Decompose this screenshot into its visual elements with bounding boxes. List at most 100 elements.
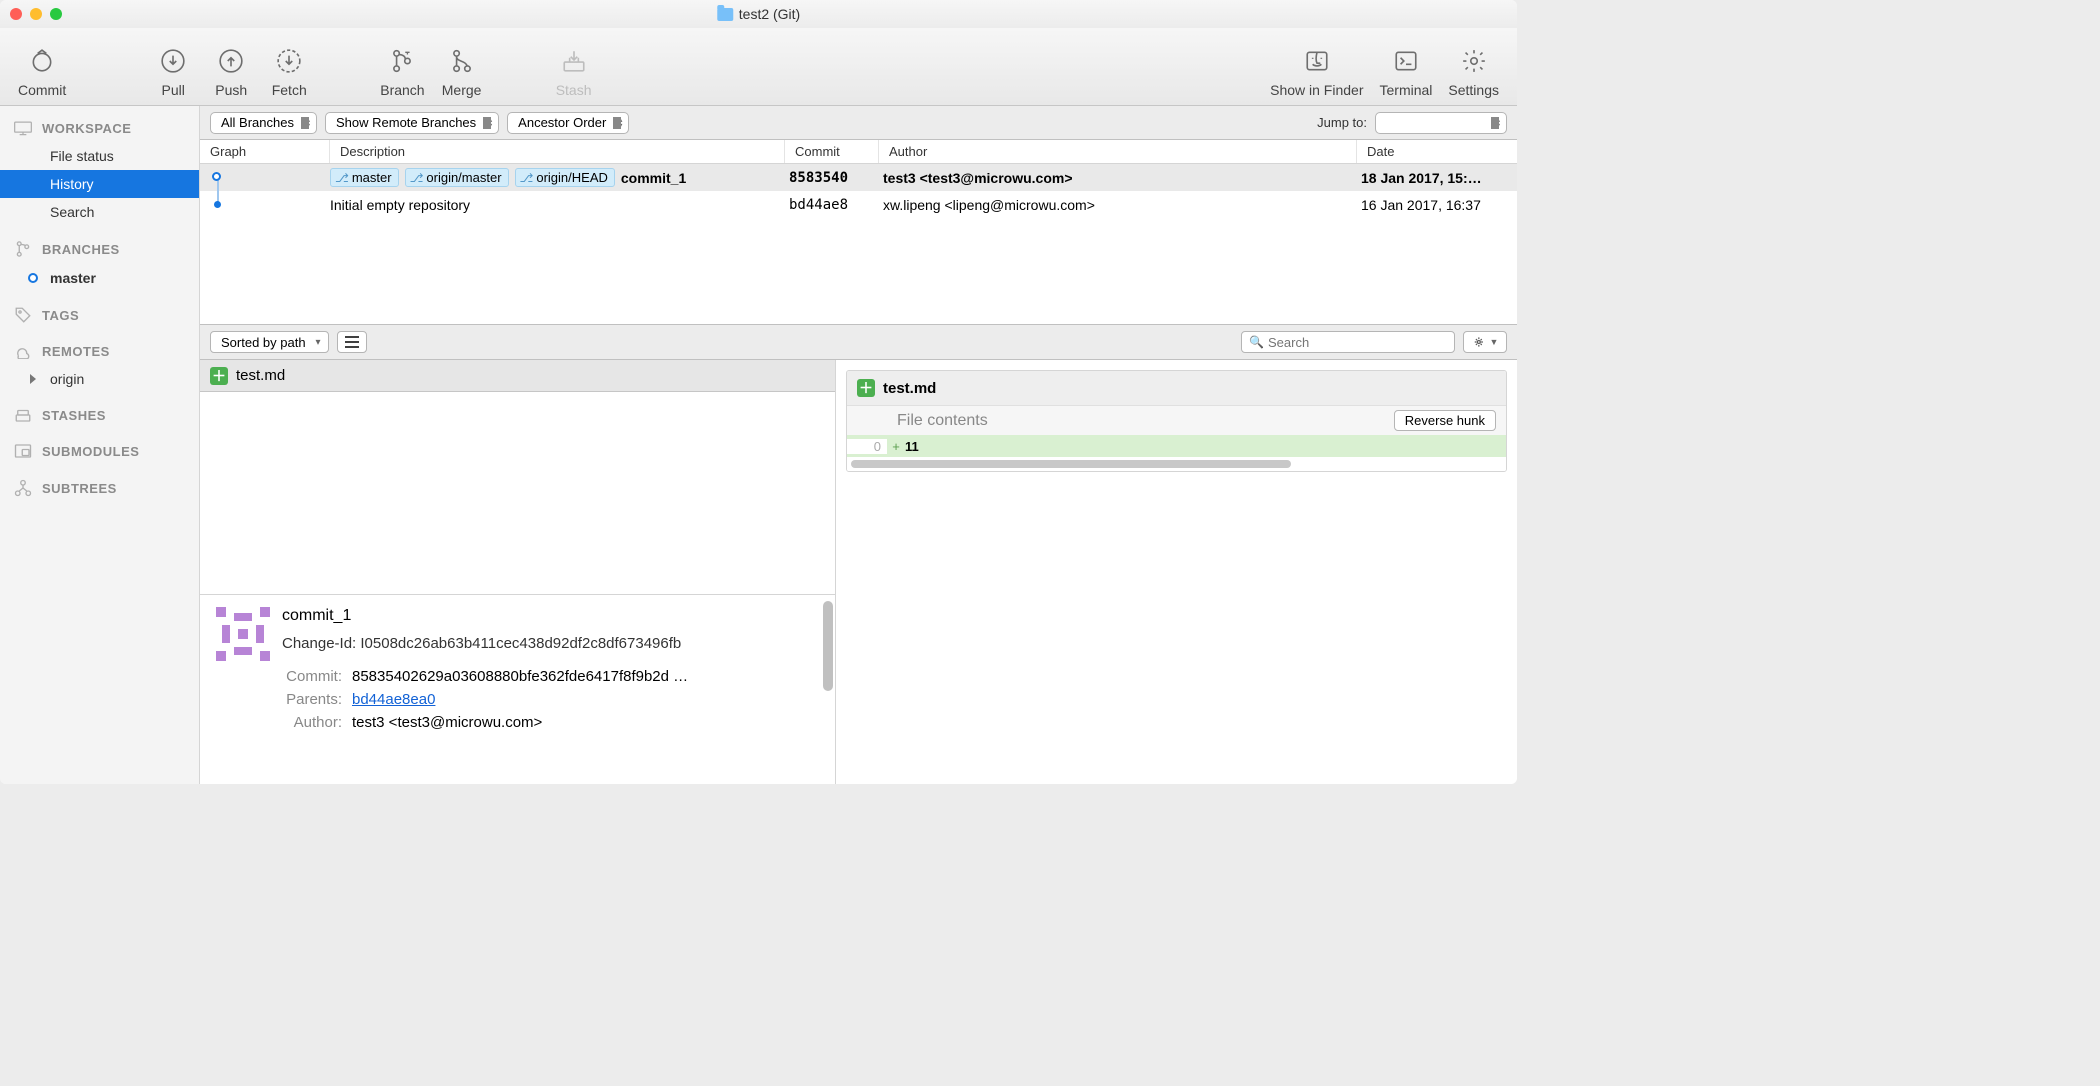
diff-line-number: 0 bbox=[847, 439, 887, 454]
sidebar-heading-stashes[interactable]: STASHES bbox=[0, 401, 199, 429]
commit-button[interactable]: Commit bbox=[10, 36, 74, 98]
detail-parents-label: Parents: bbox=[216, 691, 352, 708]
col-graph[interactable]: Graph bbox=[200, 140, 330, 163]
commit-description: commit_1 bbox=[621, 170, 686, 186]
maximize-window-button[interactable] bbox=[50, 8, 62, 20]
hunk-title: File contents bbox=[897, 412, 988, 430]
sidebar-heading-tags[interactable]: TAGS bbox=[0, 300, 199, 330]
remotes-heading-text: REMOTES bbox=[42, 344, 110, 359]
diff-horizontal-scrollbar[interactable] bbox=[847, 457, 1506, 471]
branch-master-label: master bbox=[50, 270, 96, 286]
commit-date: 18 Jan 2017, 15:… bbox=[1357, 170, 1517, 186]
sidebar-item-branch-master[interactable]: master bbox=[0, 264, 199, 292]
push-button[interactable]: Push bbox=[202, 36, 260, 98]
list-view-button[interactable] bbox=[337, 331, 367, 353]
tags-icon bbox=[12, 306, 34, 324]
commit-author: xw.lipeng <lipeng@microwu.com> bbox=[879, 197, 1357, 213]
hunk-header: File contents Reverse hunk bbox=[847, 405, 1506, 435]
stash-label: Stash bbox=[556, 82, 592, 98]
gear-icon bbox=[1461, 42, 1487, 80]
merge-button[interactable]: Merge bbox=[433, 36, 491, 98]
stashes-heading-text: STASHES bbox=[42, 408, 106, 423]
diff-file-name: test.md bbox=[883, 380, 936, 397]
commit-description: Initial empty repository bbox=[330, 197, 470, 213]
stash-button[interactable]: Stash bbox=[545, 36, 603, 98]
sidebar-heading-remotes[interactable]: REMOTES bbox=[0, 338, 199, 365]
branch-button[interactable]: Branch bbox=[372, 36, 432, 98]
graph-node-icon bbox=[214, 201, 221, 208]
sidebar-heading-submodules[interactable]: SUBMODULES bbox=[0, 437, 199, 465]
merge-label: Merge bbox=[442, 82, 482, 98]
col-commit[interactable]: Commit bbox=[785, 140, 879, 163]
search-icon: 🔍 bbox=[1249, 335, 1264, 349]
file-tab[interactable]: ＋ test.md bbox=[200, 360, 835, 392]
col-description[interactable]: Description bbox=[330, 140, 785, 163]
minimize-window-button[interactable] bbox=[30, 8, 42, 20]
sidebar-item-history[interactable]: History bbox=[0, 170, 199, 198]
ref-tag-origin-head[interactable]: ⎇origin/HEAD bbox=[515, 168, 615, 187]
detail-author-value: test3 <test3@microwu.com> bbox=[352, 714, 819, 731]
detail-commit-title: commit_1 bbox=[216, 607, 819, 625]
stashes-icon bbox=[12, 407, 34, 423]
jump-to-combo[interactable]: ▴▾ bbox=[1375, 112, 1507, 134]
sidebar-heading-branches[interactable]: BRANCHES bbox=[0, 234, 199, 264]
folder-icon bbox=[717, 8, 733, 21]
branch-ref-icon: ⎇ bbox=[410, 171, 424, 185]
remote-filter-combo[interactable]: Show Remote Branches ▴▾ bbox=[325, 112, 499, 134]
reverse-hunk-button[interactable]: Reverse hunk bbox=[1394, 410, 1496, 431]
diff-header: ＋ test.md bbox=[847, 371, 1506, 405]
table-row[interactable]: Initial empty repository bd44ae8 xw.lipe… bbox=[200, 191, 1517, 218]
sidebar-item-file-status[interactable]: File status bbox=[0, 142, 199, 170]
file-search-input[interactable] bbox=[1241, 331, 1455, 353]
ref-tag-origin-master[interactable]: ⎇origin/master bbox=[405, 168, 509, 187]
scrollbar[interactable] bbox=[823, 601, 833, 691]
order-filter-combo[interactable]: Ancestor Order ▴▾ bbox=[507, 112, 629, 134]
sort-label: Sorted by path bbox=[221, 335, 306, 350]
order-filter-value: Ancestor Order bbox=[518, 115, 606, 130]
remote-origin-label: origin bbox=[50, 371, 84, 387]
diff-card: ＋ test.md File contents Reverse hunk 0 +… bbox=[846, 370, 1507, 472]
detail-author-label: Author: bbox=[216, 714, 352, 731]
file-options-button[interactable]: ▼ bbox=[1463, 331, 1507, 353]
diff-line[interactable]: 0 + 11 bbox=[847, 435, 1506, 457]
commit-author: test3 <test3@microwu.com> bbox=[879, 170, 1357, 186]
window-title-text: test2 (Git) bbox=[739, 6, 800, 22]
file-added-icon: ＋ bbox=[210, 367, 228, 385]
sort-dropdown[interactable]: Sorted by path bbox=[210, 331, 329, 353]
diff-line-content: 11 bbox=[905, 439, 919, 454]
detail-commit-label: Commit: bbox=[216, 668, 352, 685]
branches-heading-text: BRANCHES bbox=[42, 242, 120, 257]
commit-table-rows: ⎇master ⎇origin/master ⎇origin/HEAD comm… bbox=[200, 164, 1517, 324]
content: All Branches ▴▾ Show Remote Branches ▴▾ … bbox=[200, 106, 1517, 784]
fetch-icon bbox=[276, 42, 302, 80]
terminal-button[interactable]: Terminal bbox=[1372, 36, 1441, 98]
settings-button[interactable]: Settings bbox=[1440, 36, 1507, 98]
terminal-label: Terminal bbox=[1380, 82, 1433, 98]
sidebar-heading-subtrees[interactable]: SUBTREES bbox=[0, 473, 199, 503]
push-icon bbox=[218, 42, 244, 80]
table-row[interactable]: ⎇master ⎇origin/master ⎇origin/HEAD comm… bbox=[200, 164, 1517, 191]
submodules-icon bbox=[12, 443, 34, 459]
commit-hash: bd44ae8 bbox=[785, 197, 879, 213]
show-in-finder-button[interactable]: Show in Finder bbox=[1262, 36, 1371, 98]
push-label: Push bbox=[215, 82, 247, 98]
finder-icon bbox=[1304, 42, 1330, 80]
fetch-button[interactable]: Fetch bbox=[260, 36, 318, 98]
stash-icon bbox=[561, 42, 587, 80]
tags-heading-text: TAGS bbox=[42, 308, 79, 323]
close-window-button[interactable] bbox=[10, 8, 22, 20]
detail-commit-hash: 85835402629a03608880bfe362fde6417f8f9b2d… bbox=[352, 668, 819, 685]
ref-tag-master[interactable]: ⎇master bbox=[330, 168, 399, 187]
sidebar-item-search[interactable]: Search bbox=[0, 198, 199, 226]
detail-parent-link[interactable]: bd44ae8ea0 bbox=[352, 691, 435, 708]
branch-icon bbox=[389, 42, 415, 80]
branch-filter-combo[interactable]: All Branches ▴▾ bbox=[210, 112, 317, 134]
app-window: test2 (Git) Commit Pull bbox=[0, 0, 1517, 784]
col-author[interactable]: Author bbox=[879, 140, 1357, 163]
sidebar-heading-workspace: WORKSPACE bbox=[0, 114, 199, 142]
col-date[interactable]: Date bbox=[1357, 140, 1517, 163]
sidebar-item-remote-origin[interactable]: origin bbox=[0, 365, 199, 393]
branch-label: Branch bbox=[380, 82, 424, 98]
detail-change-id: Change-Id: I0508dc26ab63b411cec438d92df2… bbox=[216, 635, 819, 652]
pull-button[interactable]: Pull bbox=[144, 36, 202, 98]
